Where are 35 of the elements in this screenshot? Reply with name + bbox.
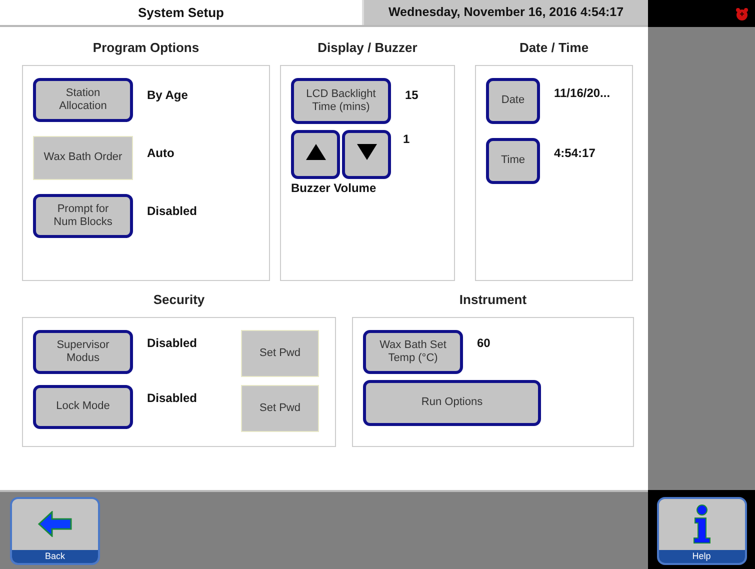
section-heading: Instrument <box>458 291 528 309</box>
up-triangle-icon <box>304 143 326 162</box>
setting-button[interactable]: Supervisor Modus <box>33 330 133 374</box>
setting-button[interactable]: Time <box>486 138 540 184</box>
date-time-display: Wednesday, November 16, 2016 4:54:17 <box>362 0 648 25</box>
info-icon <box>690 504 712 544</box>
left-arrow-icon <box>38 511 72 537</box>
setting-button[interactable]: Lock Mode <box>33 385 133 429</box>
section-heading: Date / Time <box>518 39 590 57</box>
setting-value: Disabled <box>147 390 198 405</box>
section-heading: Display / Buzzer <box>316 39 418 57</box>
down-button[interactable] <box>342 130 391 179</box>
setting-value: 4:54:17 <box>554 145 596 160</box>
setting-value: Disabled <box>147 203 198 218</box>
screen-title: System Setup <box>137 4 225 22</box>
setting-button[interactable]: Date <box>486 78 540 124</box>
up-button[interactable] <box>291 130 340 179</box>
down-triangle-icon <box>356 143 378 162</box>
setting-button[interactable]: Station Allocation <box>33 78 133 122</box>
setting-value: 15 <box>405 87 418 102</box>
setting-value: By Age <box>147 87 188 102</box>
setting-value: 60 <box>477 335 490 350</box>
volume-value: 1 <box>403 131 410 146</box>
help-button[interactable]: Help <box>656 496 746 564</box>
setting-button[interactable]: Prompt for Num Blocks <box>33 194 133 238</box>
section-heading: Security <box>152 291 206 309</box>
back-button[interactable]: Back <box>10 496 100 564</box>
volume-label: Buzzer Volume <box>291 181 378 195</box>
run-options-button[interactable]: Run Options <box>363 380 541 426</box>
setting-value: 11/16/20... <box>554 85 610 100</box>
setting-button[interactable]: LCD Backlight Time (mins) <box>291 78 391 124</box>
setting-button[interactable]: Wax Bath Set Temp (°C) <box>363 330 463 374</box>
setting-value: Disabled <box>147 335 198 350</box>
setting-value: Auto <box>147 145 174 160</box>
section-heading: Program Options <box>92 39 200 57</box>
